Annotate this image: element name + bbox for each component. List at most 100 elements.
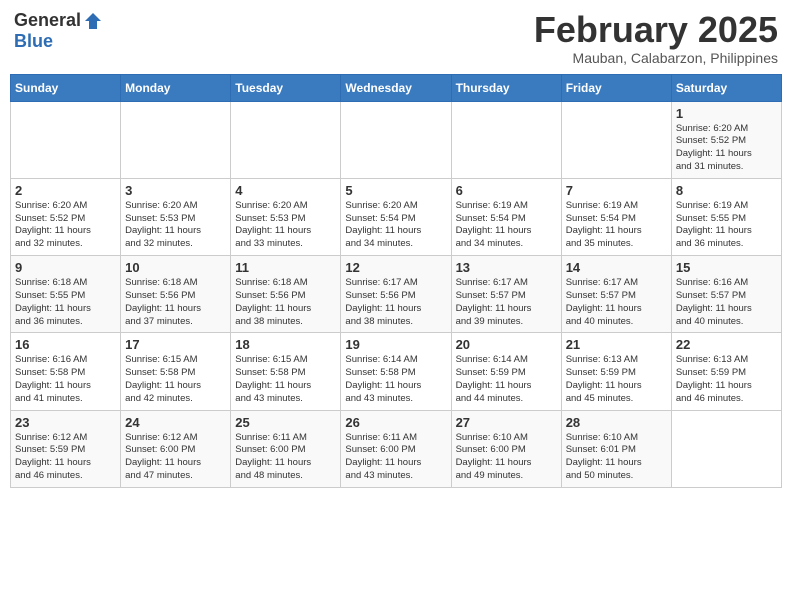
day-number: 11 <box>235 260 336 275</box>
calendar-week-1: 1 Sunrise: 6:20 AM Sunset: 5:52 PM Daylig… <box>11 101 782 178</box>
calendar-cell: 22Sunrise: 6:13 AM Sunset: 5:59 PM Dayli… <box>671 333 781 410</box>
weekday-header-sunday: Sunday <box>11 74 121 101</box>
day-info: Sunrise: 6:19 AM Sunset: 5:54 PM Dayligh… <box>566 200 667 251</box>
day-info: Sunrise: 6:18 AM Sunset: 5:56 PM Dayligh… <box>125 277 226 328</box>
calendar-cell: 6 Sunrise: 6:19 AM Sunset: 5:54 PM Daylig… <box>451 178 561 255</box>
day-info: Sunrise: 6:11 AM Sunset: 6:00 PM Dayligh… <box>345 432 446 483</box>
day-info: Sunrise: 6:17 AM Sunset: 5:57 PM Dayligh… <box>456 277 557 328</box>
calendar-cell: 10 Sunrise: 6:18 AM Sunset: 5:56 PM Dayli… <box>121 256 231 333</box>
day-info: Sunrise: 6:12 AM Sunset: 5:59 PM Dayligh… <box>15 432 116 483</box>
weekday-header-saturday: Saturday <box>671 74 781 101</box>
calendar-table: SundayMondayTuesdayWednesdayThursdayFrid… <box>10 74 782 488</box>
day-number: 25 <box>235 415 336 430</box>
day-info: Sunrise: 6:17 AM Sunset: 5:56 PM Dayligh… <box>345 277 446 328</box>
day-number: 21 <box>566 337 667 352</box>
day-number: 9 <box>15 260 116 275</box>
calendar-cell <box>451 101 561 178</box>
calendar-cell: 23Sunrise: 6:12 AM Sunset: 5:59 PM Dayli… <box>11 410 121 487</box>
day-number: 4 <box>235 183 336 198</box>
calendar-cell: 20Sunrise: 6:14 AM Sunset: 5:59 PM Dayli… <box>451 333 561 410</box>
day-info: Sunrise: 6:17 AM Sunset: 5:57 PM Dayligh… <box>566 277 667 328</box>
calendar-week-4: 16Sunrise: 6:16 AM Sunset: 5:58 PM Dayli… <box>11 333 782 410</box>
day-info: Sunrise: 6:15 AM Sunset: 5:58 PM Dayligh… <box>125 354 226 405</box>
day-info: Sunrise: 6:20 AM Sunset: 5:52 PM Dayligh… <box>15 200 116 251</box>
calendar-cell: 26 Sunrise: 6:11 AM Sunset: 6:00 PM Dayli… <box>341 410 451 487</box>
day-number: 1 <box>676 106 777 121</box>
day-number: 24 <box>125 415 226 430</box>
day-number: 6 <box>456 183 557 198</box>
day-info: Sunrise: 6:20 AM Sunset: 5:54 PM Dayligh… <box>345 200 446 251</box>
logo-general-text: General <box>14 10 81 31</box>
calendar-cell: 4 Sunrise: 6:20 AM Sunset: 5:53 PM Daylig… <box>231 178 341 255</box>
month-title: February 2025 <box>534 10 778 50</box>
day-info: Sunrise: 6:10 AM Sunset: 6:00 PM Dayligh… <box>456 432 557 483</box>
day-number: 28 <box>566 415 667 430</box>
calendar-cell <box>561 101 671 178</box>
day-info: Sunrise: 6:16 AM Sunset: 5:57 PM Dayligh… <box>676 277 777 328</box>
day-number: 15 <box>676 260 777 275</box>
calendar-cell: 7 Sunrise: 6:19 AM Sunset: 5:54 PM Daylig… <box>561 178 671 255</box>
day-info: Sunrise: 6:20 AM Sunset: 5:53 PM Dayligh… <box>125 200 226 251</box>
calendar-cell: 8 Sunrise: 6:19 AM Sunset: 5:55 PM Daylig… <box>671 178 781 255</box>
calendar-cell <box>11 101 121 178</box>
calendar-cell: 28 Sunrise: 6:10 AM Sunset: 6:01 PM Dayli… <box>561 410 671 487</box>
day-number: 26 <box>345 415 446 430</box>
calendar-cell: 16Sunrise: 6:16 AM Sunset: 5:58 PM Dayli… <box>11 333 121 410</box>
calendar-cell: 13 Sunrise: 6:17 AM Sunset: 5:57 PM Dayli… <box>451 256 561 333</box>
calendar-cell <box>341 101 451 178</box>
calendar-cell <box>121 101 231 178</box>
day-info: Sunrise: 6:19 AM Sunset: 5:55 PM Dayligh… <box>676 200 777 251</box>
day-number: 20 <box>456 337 557 352</box>
calendar-cell: 25 Sunrise: 6:11 AM Sunset: 6:00 PM Dayli… <box>231 410 341 487</box>
day-number: 27 <box>456 415 557 430</box>
day-info: Sunrise: 6:10 AM Sunset: 6:01 PM Dayligh… <box>566 432 667 483</box>
day-number: 7 <box>566 183 667 198</box>
calendar-cell <box>671 410 781 487</box>
logo: General Blue <box>14 10 103 52</box>
day-number: 12 <box>345 260 446 275</box>
title-area: February 2025 Mauban, Calabarzon, Philip… <box>534 10 778 66</box>
day-number: 10 <box>125 260 226 275</box>
weekday-header-friday: Friday <box>561 74 671 101</box>
calendar-cell: 14 Sunrise: 6:17 AM Sunset: 5:57 PM Dayli… <box>561 256 671 333</box>
day-number: 17 <box>125 337 226 352</box>
day-number: 19 <box>345 337 446 352</box>
calendar-cell: 11 Sunrise: 6:18 AM Sunset: 5:56 PM Dayli… <box>231 256 341 333</box>
day-info: Sunrise: 6:19 AM Sunset: 5:54 PM Dayligh… <box>456 200 557 251</box>
calendar-week-3: 9 Sunrise: 6:18 AM Sunset: 5:55 PM Daylig… <box>11 256 782 333</box>
day-info: Sunrise: 6:14 AM Sunset: 5:58 PM Dayligh… <box>345 354 446 405</box>
day-info: Sunrise: 6:13 AM Sunset: 5:59 PM Dayligh… <box>676 354 777 405</box>
calendar-cell: 2 Sunrise: 6:20 AM Sunset: 5:52 PM Daylig… <box>11 178 121 255</box>
weekday-header-monday: Monday <box>121 74 231 101</box>
weekday-header-tuesday: Tuesday <box>231 74 341 101</box>
location: Mauban, Calabarzon, Philippines <box>534 50 778 66</box>
day-number: 3 <box>125 183 226 198</box>
weekday-header-row: SundayMondayTuesdayWednesdayThursdayFrid… <box>11 74 782 101</box>
day-info: Sunrise: 6:15 AM Sunset: 5:58 PM Dayligh… <box>235 354 336 405</box>
calendar-cell: 12 Sunrise: 6:17 AM Sunset: 5:56 PM Dayli… <box>341 256 451 333</box>
calendar-cell: 24 Sunrise: 6:12 AM Sunset: 6:00 PM Dayli… <box>121 410 231 487</box>
logo-icon <box>83 11 103 31</box>
day-info: Sunrise: 6:20 AM Sunset: 5:52 PM Dayligh… <box>676 123 777 174</box>
calendar-cell: 17 Sunrise: 6:15 AM Sunset: 5:58 PM Dayli… <box>121 333 231 410</box>
calendar-cell: 19 Sunrise: 6:14 AM Sunset: 5:58 PM Dayli… <box>341 333 451 410</box>
day-number: 8 <box>676 183 777 198</box>
day-number: 2 <box>15 183 116 198</box>
calendar-cell: 21Sunrise: 6:13 AM Sunset: 5:59 PM Dayli… <box>561 333 671 410</box>
calendar-cell: 1 Sunrise: 6:20 AM Sunset: 5:52 PM Daylig… <box>671 101 781 178</box>
day-info: Sunrise: 6:20 AM Sunset: 5:53 PM Dayligh… <box>235 200 336 251</box>
calendar-week-2: 2 Sunrise: 6:20 AM Sunset: 5:52 PM Daylig… <box>11 178 782 255</box>
day-number: 5 <box>345 183 446 198</box>
calendar-cell: 3 Sunrise: 6:20 AM Sunset: 5:53 PM Daylig… <box>121 178 231 255</box>
day-info: Sunrise: 6:18 AM Sunset: 5:55 PM Dayligh… <box>15 277 116 328</box>
calendar-cell: 27 Sunrise: 6:10 AM Sunset: 6:00 PM Dayli… <box>451 410 561 487</box>
weekday-header-wednesday: Wednesday <box>341 74 451 101</box>
calendar-cell: 5 Sunrise: 6:20 AM Sunset: 5:54 PM Daylig… <box>341 178 451 255</box>
day-number: 13 <box>456 260 557 275</box>
day-info: Sunrise: 6:18 AM Sunset: 5:56 PM Dayligh… <box>235 277 336 328</box>
day-info: Sunrise: 6:12 AM Sunset: 6:00 PM Dayligh… <box>125 432 226 483</box>
day-info: Sunrise: 6:11 AM Sunset: 6:00 PM Dayligh… <box>235 432 336 483</box>
day-number: 16 <box>15 337 116 352</box>
calendar-week-5: 23Sunrise: 6:12 AM Sunset: 5:59 PM Dayli… <box>11 410 782 487</box>
day-number: 14 <box>566 260 667 275</box>
